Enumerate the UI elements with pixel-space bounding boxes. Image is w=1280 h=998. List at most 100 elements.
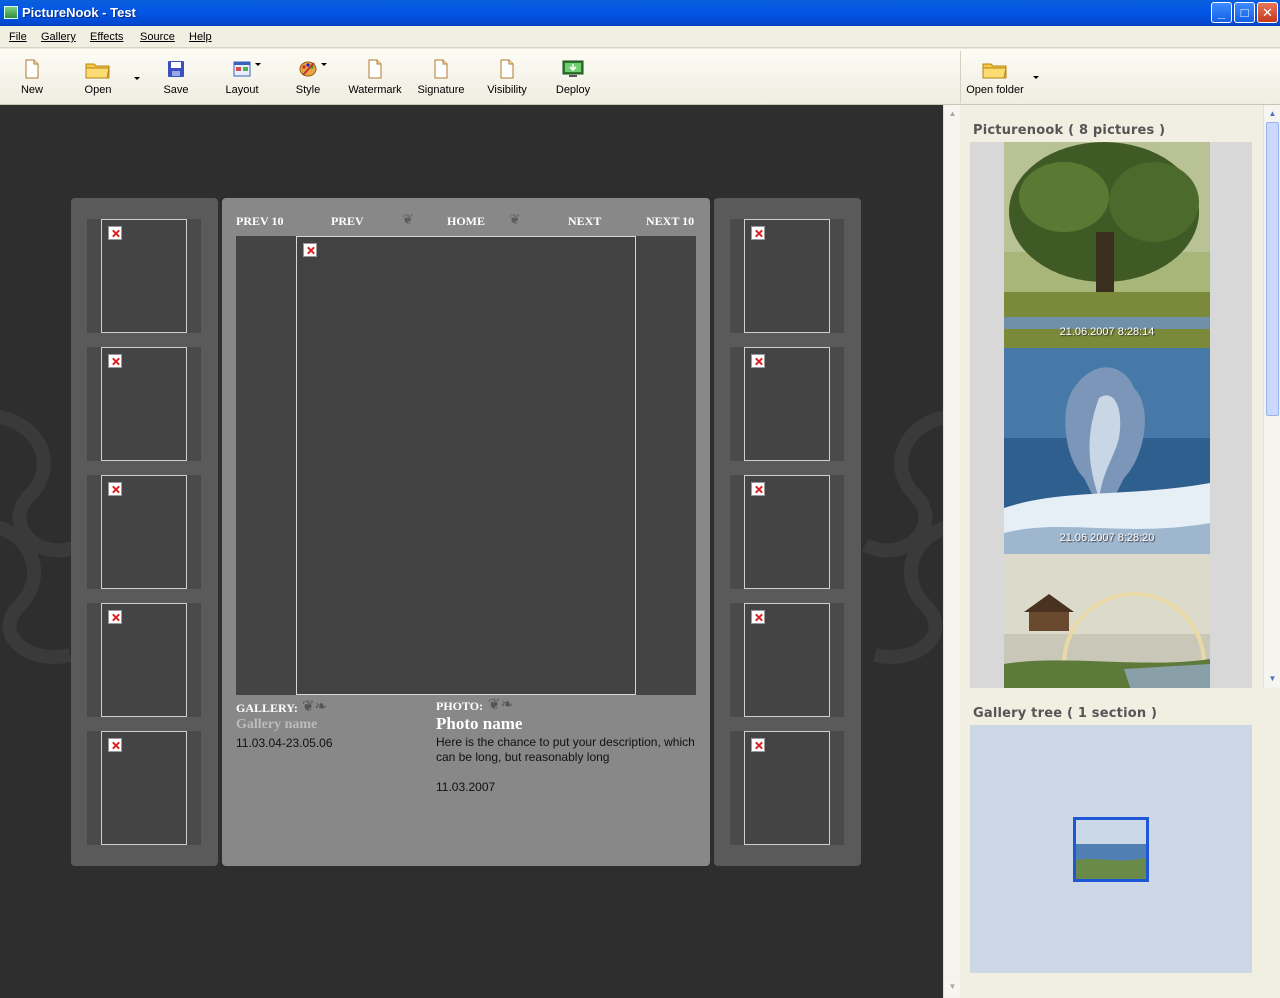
toolbar-separator	[960, 51, 961, 103]
menu-gallery[interactable]: Gallery	[41, 31, 76, 43]
thumbnail-slot[interactable]	[87, 347, 201, 461]
deploy-monitor-icon	[562, 60, 584, 77]
caption-ornament-icon: ❦❧	[488, 695, 514, 713]
signature-button[interactable]: Signature	[409, 59, 473, 101]
section-thumbnail-icon	[1076, 820, 1146, 879]
folder-icon	[85, 63, 110, 79]
right-panel: Picturenook ( 8 pictures ) 21.06.2007 8:…	[960, 105, 1280, 998]
main-photo[interactable]	[296, 236, 636, 695]
preview-scrollbar[interactable]: ▲ ▼	[943, 105, 960, 998]
picture-timestamp: 21.06.2007 8:28:14	[1059, 326, 1155, 338]
watermark-button[interactable]: Watermark	[343, 59, 407, 101]
caption-ornament-icon: ❦❧	[302, 697, 328, 715]
thumbnail-frame	[744, 347, 830, 461]
watermark-document-icon	[368, 59, 382, 79]
gallery-dates: 11.03.04-23.05.06	[236, 736, 333, 750]
thumbnail-frame	[101, 731, 187, 845]
nav-next-10[interactable]: NEXT 10	[646, 214, 694, 229]
app-window: PictureNook - Test _ □ ✕ File Gallery Ef…	[0, 0, 1280, 998]
broken-image-icon	[751, 226, 765, 240]
scroll-up-arrow[interactable]: ▲	[1265, 106, 1280, 121]
title-bar[interactable]: PictureNook - Test _ □ ✕	[0, 0, 1280, 26]
menu-effects[interactable]: Effects	[90, 31, 123, 43]
open-folder-dropdown-arrow[interactable]	[1033, 76, 1039, 79]
thumbnail-slot[interactable]	[87, 603, 201, 717]
thumbnail-slot[interactable]	[730, 347, 844, 461]
app-icon[interactable]	[4, 6, 18, 19]
scroll-down-arrow[interactable]: ▼	[945, 979, 960, 994]
deploy-button[interactable]: Deploy	[541, 59, 605, 101]
thumbnail-frame	[101, 475, 187, 589]
gallery-tree-node[interactable]	[1073, 817, 1149, 882]
minimize-button[interactable]: _	[1211, 2, 1232, 23]
maximize-button[interactable]: □	[1234, 2, 1255, 23]
picture-thumbnail[interactable]: 21.06.2007 8:28:14	[1004, 142, 1210, 348]
new-document-icon	[25, 59, 39, 79]
open-button[interactable]: Open	[66, 59, 130, 101]
nav-ornament-icon: ❦	[509, 212, 521, 228]
gallery-tree-header: Gallery tree ( 1 section )	[973, 706, 1158, 721]
picture-thumbnail[interactable]: 21.06.2007 8:28:20	[1004, 348, 1210, 554]
style-dropdown-arrow[interactable]	[321, 63, 327, 66]
floppy-save-icon	[168, 61, 184, 77]
photo-description: Here is the chance to put your descripti…	[436, 735, 695, 764]
scrollbar-thumb[interactable]	[1266, 122, 1279, 416]
snowy-pine-painting	[1004, 348, 1210, 554]
thumbnail-frame	[744, 475, 830, 589]
layout-button[interactable]: Layout	[210, 59, 274, 101]
style-button[interactable]: Style	[276, 59, 340, 101]
photo-name: Photo name	[436, 714, 523, 733]
menu-file[interactable]: File	[9, 31, 27, 43]
picture-list: 21.06.2007 8:28:14 21.06.2007 8:28:20	[970, 142, 1252, 688]
menu-source[interactable]: Source	[140, 31, 175, 43]
nav-prev[interactable]: PREV	[331, 214, 364, 229]
broken-image-icon	[751, 738, 765, 752]
signature-document-icon	[434, 59, 448, 79]
toolbar: New Open Save Layout Style Watermark Sig…	[0, 49, 1280, 105]
pictures-header: Picturenook ( 8 pictures )	[973, 123, 1166, 138]
gallery-tree	[970, 725, 1252, 973]
rainbow-landscape-painting	[1004, 554, 1210, 688]
broken-image-icon	[751, 482, 765, 496]
photo-label: PHOTO:	[436, 699, 484, 713]
thumbnail-frame	[101, 603, 187, 717]
thumbnail-slot[interactable]	[87, 475, 201, 589]
broken-image-icon	[108, 482, 122, 496]
thumbnail-slot[interactable]	[87, 731, 201, 845]
save-button[interactable]: Save	[144, 59, 208, 101]
gallery-name: Gallery name	[236, 717, 318, 732]
broken-image-icon	[751, 610, 765, 624]
thumbnail-slot[interactable]	[730, 731, 844, 845]
picture-thumbnail[interactable]	[1004, 554, 1210, 688]
thumbnail-slot[interactable]	[87, 219, 201, 333]
menu-bar: File Gallery Effects Source Help	[0, 26, 1280, 48]
nav-next[interactable]: NEXT	[568, 214, 601, 229]
window-title: PictureNook - Test	[22, 5, 136, 20]
new-button[interactable]: New	[0, 59, 64, 101]
open-folder-button[interactable]: Open folder	[963, 59, 1027, 101]
picture-list-scrollbar[interactable]: ▲ ▼	[1263, 105, 1280, 688]
nav-prev-10[interactable]: PREV 10	[236, 214, 283, 229]
menu-help[interactable]: Help	[189, 31, 212, 43]
right-thumbnail-column	[714, 198, 861, 866]
scroll-up-arrow[interactable]: ▲	[945, 106, 960, 121]
thumbnail-frame	[744, 731, 830, 845]
picture-timestamp: 21.06.2007 8:28:20	[1059, 532, 1155, 544]
broken-image-icon	[108, 354, 122, 368]
folder-icon	[982, 63, 1007, 79]
palette-icon	[299, 61, 317, 77]
open-dropdown-arrow[interactable]	[134, 77, 140, 80]
thumbnail-slot[interactable]	[730, 603, 844, 717]
thumbnail-frame	[744, 603, 830, 717]
scroll-down-arrow[interactable]: ▼	[1265, 671, 1280, 686]
visibility-button[interactable]: Visibility	[475, 59, 539, 101]
layout-dropdown-arrow[interactable]	[255, 63, 261, 66]
thumbnail-slot[interactable]	[730, 219, 844, 333]
close-button[interactable]: ✕	[1257, 2, 1278, 23]
broken-image-icon	[108, 610, 122, 624]
nav-home[interactable]: HOME	[447, 214, 485, 229]
background-ornament-right	[861, 410, 943, 664]
thumbnail-slot[interactable]	[730, 475, 844, 589]
broken-image-icon	[751, 354, 765, 368]
oak-tree-painting	[1004, 142, 1210, 348]
